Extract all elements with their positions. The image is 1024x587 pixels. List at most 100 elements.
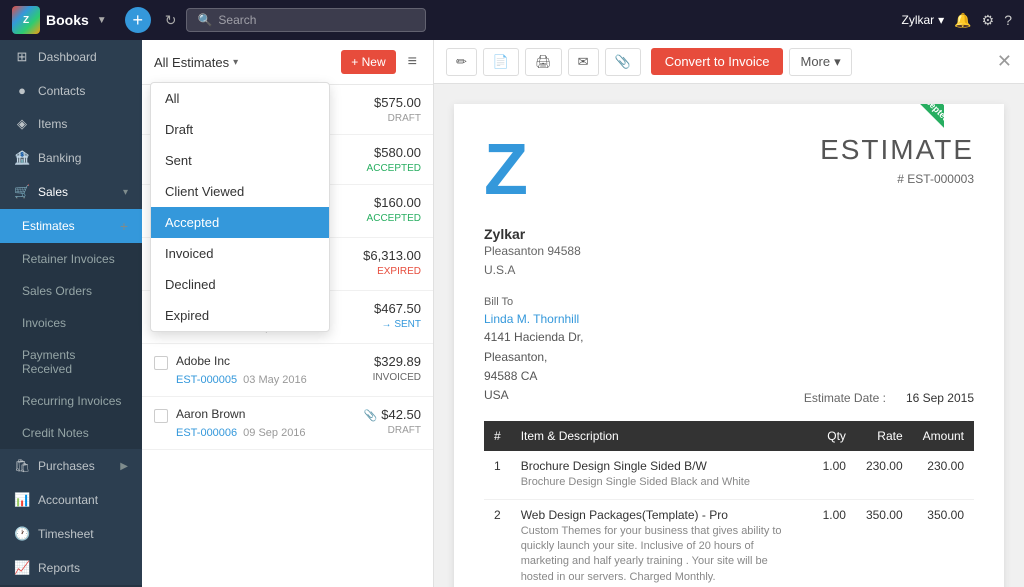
sidebar-item-recurring-invoices[interactable]: Recurring Invoices bbox=[0, 385, 142, 417]
print-button[interactable]: 🖨 bbox=[525, 48, 562, 76]
sidebar-item-items[interactable]: ◈ Items bbox=[0, 107, 142, 141]
sidebar-item-reports[interactable]: 📈 Reports bbox=[0, 551, 142, 585]
email-button[interactable]: ✉ bbox=[568, 48, 599, 76]
row-right: 📎 $42.50 DRAFT bbox=[364, 407, 421, 436]
col-qty: Qty bbox=[813, 421, 856, 451]
sidebar-item-payments-received[interactable]: Payments Received bbox=[0, 339, 142, 385]
purchases-icon: 🛍 bbox=[14, 458, 30, 474]
estimate-date-value: 16 Sep 2015 bbox=[906, 391, 974, 405]
main-layout: ⊞ Dashboard ● Contacts ◈ Items 🏦 Banking… bbox=[0, 40, 1024, 587]
item-description: Brochure Design Single Sided B/W Brochur… bbox=[511, 451, 813, 499]
sidebar-label-banking: Banking bbox=[38, 151, 81, 165]
item-amount: 230.00 bbox=[913, 451, 974, 499]
sidebar-item-sales[interactable]: 🛒 Sales ▾ bbox=[0, 175, 142, 209]
dropdown-item-expired[interactable]: Expired bbox=[151, 300, 329, 331]
sidebar-item-dashboard[interactable]: ⊞ Dashboard bbox=[0, 40, 142, 74]
row-amount: $580.00 bbox=[367, 145, 421, 160]
row-amount: $6,313.00 bbox=[363, 248, 421, 263]
sidebar-item-sales-orders[interactable]: Sales Orders bbox=[0, 275, 142, 307]
convert-to-invoice-button[interactable]: Convert to Invoice bbox=[651, 48, 784, 75]
filter-dropdown-button[interactable]: All Estimates ▾ bbox=[154, 55, 238, 70]
sidebar-label-sales-orders: Sales Orders bbox=[22, 284, 92, 298]
pdf-button[interactable]: 📄 bbox=[483, 48, 519, 76]
dropdown-item-accepted[interactable]: Accepted bbox=[151, 207, 329, 238]
estimates-plus-icon[interactable]: + bbox=[120, 218, 128, 234]
row-info: Adobe Inc EST-00000503 May 2016 bbox=[176, 354, 365, 386]
row-id: EST-000006 bbox=[176, 427, 237, 439]
sidebar: ⊞ Dashboard ● Contacts ◈ Items 🏦 Banking… bbox=[0, 40, 142, 587]
purchases-arrow-icon: ▶ bbox=[120, 461, 128, 472]
settings-icon[interactable]: ⚙ bbox=[982, 12, 995, 29]
logo-icon: Z bbox=[12, 6, 40, 34]
list-panel: All Estimates ▾ + New ≡ All Draft Sent C… bbox=[142, 40, 434, 587]
detail-content: Accepted Z ESTIMATE # EST-000003 Zylkar … bbox=[434, 84, 1024, 587]
edit-button[interactable]: ✏ bbox=[446, 48, 477, 76]
app-caret[interactable]: ▼ bbox=[97, 15, 107, 26]
sidebar-item-purchases[interactable]: 🛍 Purchases ▶ bbox=[0, 449, 142, 483]
user-menu[interactable]: Zylkar ▾ bbox=[902, 13, 945, 27]
detail-panel: ✏ 📄 🖨 ✉ 📎 Convert to Invoice More ▾ bbox=[434, 40, 1024, 587]
notification-icon[interactable]: 🔔 bbox=[954, 12, 971, 29]
sidebar-label-accountant: Accountant bbox=[38, 493, 98, 507]
sidebar-item-credit-notes[interactable]: Credit Notes bbox=[0, 417, 142, 449]
row-right: $575.00 DRAFT bbox=[374, 95, 421, 124]
estimate-document: Accepted Z ESTIMATE # EST-000003 Zylkar … bbox=[454, 104, 1004, 587]
search-bar[interactable]: 🔍 bbox=[186, 8, 426, 32]
sidebar-label-items: Items bbox=[38, 117, 67, 131]
sidebar-label-sales: Sales bbox=[38, 185, 68, 199]
sales-arrow-icon: ▾ bbox=[123, 187, 128, 198]
dropdown-item-invoiced[interactable]: Invoiced bbox=[151, 238, 329, 269]
sidebar-item-timesheet[interactable]: 🕐 Timesheet bbox=[0, 517, 142, 551]
dropdown-item-draft[interactable]: Draft bbox=[151, 114, 329, 145]
estimate-number: # EST-000003 bbox=[820, 172, 974, 186]
item-rate: 350.00 bbox=[856, 499, 913, 587]
list-item[interactable]: Adobe Inc EST-00000503 May 2016 $329.89 … bbox=[142, 344, 433, 397]
sidebar-label-purchases: Purchases bbox=[38, 459, 95, 473]
row-amount: $575.00 bbox=[374, 95, 421, 110]
row-name: Adobe Inc bbox=[176, 354, 365, 368]
search-input[interactable] bbox=[218, 13, 415, 27]
app-name: Books bbox=[46, 12, 89, 28]
pdf-icon: 📄 bbox=[493, 54, 509, 70]
sidebar-label-timesheet: Timesheet bbox=[38, 527, 94, 541]
app-logo: Z Books ▼ bbox=[12, 6, 107, 34]
topbar-right: Zylkar ▾ 🔔 ⚙ ? bbox=[902, 12, 1013, 29]
dropdown-item-client-viewed[interactable]: Client Viewed bbox=[151, 176, 329, 207]
sidebar-item-retainer-invoices[interactable]: Retainer Invoices bbox=[0, 243, 142, 275]
refresh-icon[interactable]: ↻ bbox=[165, 12, 177, 29]
more-button[interactable]: More ▾ bbox=[789, 48, 851, 76]
row-status: DRAFT bbox=[364, 425, 421, 436]
list-options-button[interactable]: ≡ bbox=[404, 53, 421, 71]
close-button[interactable]: ✕ bbox=[997, 51, 1012, 72]
sidebar-label-payments-received: Payments Received bbox=[22, 348, 128, 376]
close-icon: ✕ bbox=[997, 51, 1012, 71]
attach-button[interactable]: 📎 bbox=[605, 48, 641, 76]
attachment-icon: 📎 bbox=[364, 410, 378, 422]
estimate-dates: Estimate Date : 16 Sep 2015 bbox=[804, 296, 974, 405]
col-rate: Rate bbox=[856, 421, 913, 451]
new-estimate-button[interactable]: + New bbox=[341, 50, 395, 74]
list-item[interactable]: Aaron Brown EST-00000609 Sep 2016 📎 $42.… bbox=[142, 397, 433, 450]
col-item: Item & Description bbox=[511, 421, 813, 451]
bill-date-row: Bill To Linda M. Thornhill 4141 Hacienda… bbox=[484, 296, 974, 421]
dropdown-item-sent[interactable]: Sent bbox=[151, 145, 329, 176]
contacts-icon: ● bbox=[14, 83, 30, 98]
row-checkbox[interactable] bbox=[154, 409, 168, 423]
edit-icon: ✏ bbox=[456, 54, 467, 70]
sidebar-item-contacts[interactable]: ● Contacts bbox=[0, 74, 142, 107]
timesheet-icon: 🕐 bbox=[14, 526, 30, 542]
sidebar-item-accountant[interactable]: 📊 Accountant bbox=[0, 483, 142, 517]
help-icon[interactable]: ? bbox=[1004, 12, 1012, 28]
sidebar-item-invoices[interactable]: Invoices bbox=[0, 307, 142, 339]
line-item-row: 2 Web Design Packages(Template) - Pro Cu… bbox=[484, 499, 974, 587]
row-checkbox[interactable] bbox=[154, 356, 168, 370]
row-amount: $467.50 bbox=[374, 301, 421, 316]
dropdown-item-all[interactable]: All bbox=[151, 83, 329, 114]
row-amount: $160.00 bbox=[367, 195, 421, 210]
add-button[interactable]: + bbox=[125, 7, 151, 33]
dropdown-item-declined[interactable]: Declined bbox=[151, 269, 329, 300]
item-qty: 1.00 bbox=[813, 451, 856, 499]
estimate-date-label: Estimate Date : bbox=[804, 391, 886, 405]
sidebar-item-banking[interactable]: 🏦 Banking bbox=[0, 141, 142, 175]
sidebar-item-estimates[interactable]: Estimates + bbox=[0, 209, 142, 243]
